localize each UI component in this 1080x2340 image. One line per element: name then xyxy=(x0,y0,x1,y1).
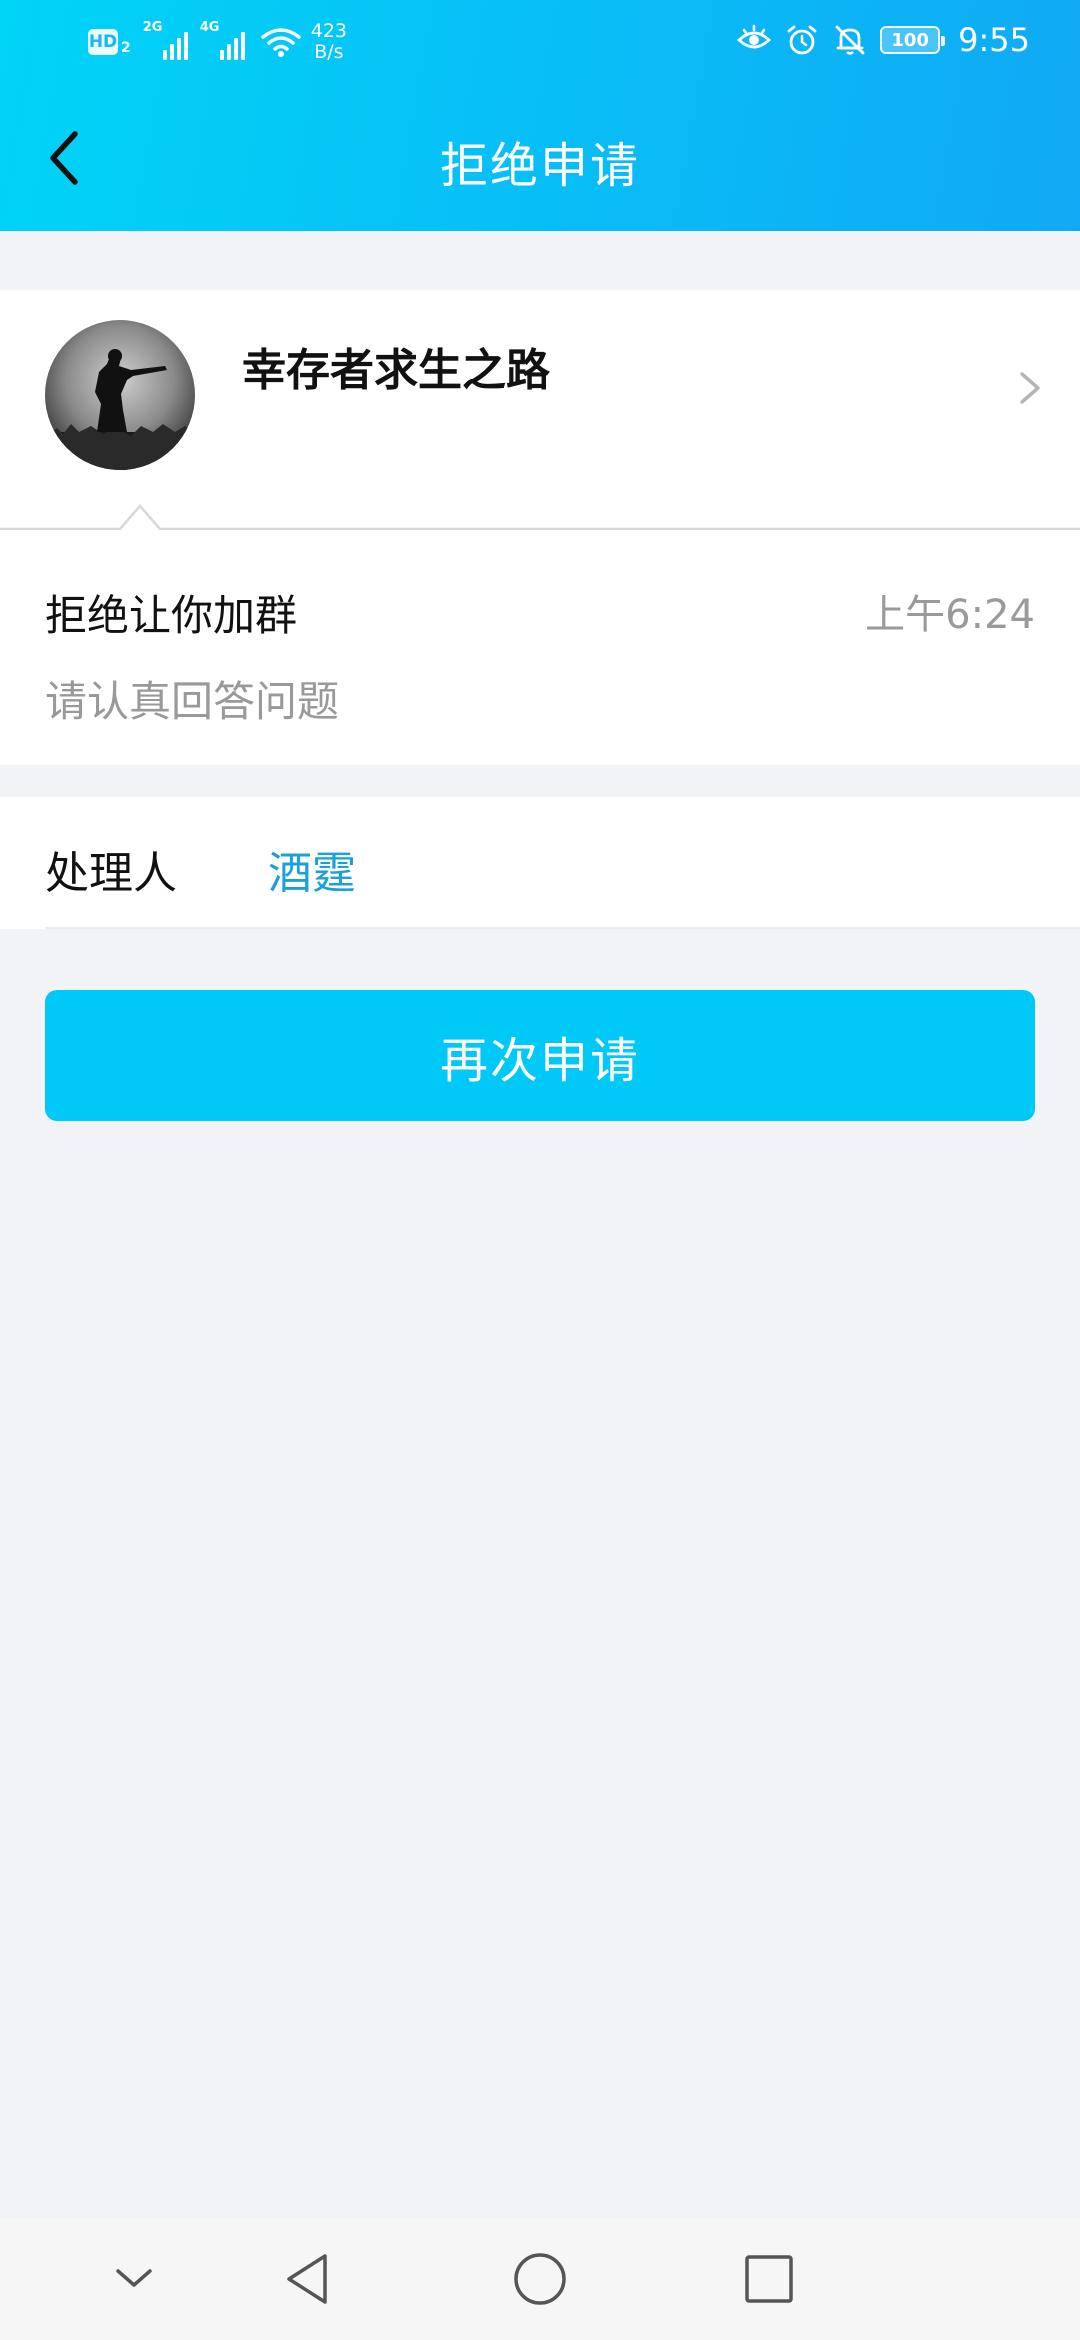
network-speed-value: 423 xyxy=(310,20,348,42)
signal-sim1-icon: 2G xyxy=(143,20,188,60)
sim2-network-label: 4G xyxy=(199,20,220,35)
bell-muted-icon xyxy=(835,25,865,55)
alarm-icon xyxy=(787,25,817,55)
hd-sub-label: 2 xyxy=(121,40,131,56)
system-home-button[interactable] xyxy=(506,2245,574,2313)
system-recents-button[interactable] xyxy=(735,2245,803,2313)
system-navigation-bar xyxy=(0,2218,1080,2340)
rejection-title: 拒绝让你加群 xyxy=(45,591,298,640)
network-speed: 423 B/s xyxy=(311,21,347,63)
group-info-card[interactable]: 幸存者求生之路 xyxy=(0,290,1080,530)
status-bar: HD 2 2G 4G 423 B/s 100 9:55 xyxy=(0,0,1080,80)
handler-name-link[interactable]: 酒霆 xyxy=(268,837,356,901)
status-bar-left: HD 2 2G 4G 423 B/s xyxy=(88,18,347,66)
home-circle-icon xyxy=(514,2253,566,2305)
handler-label: 处理人 xyxy=(45,848,177,899)
group-avatar[interactable] xyxy=(45,320,195,470)
back-triangle-icon xyxy=(287,2254,327,2304)
page-title: 拒绝申请 xyxy=(439,138,640,194)
signal-sim2-icon: 4G xyxy=(200,20,245,60)
battery-indicator: 100 xyxy=(880,26,946,54)
system-back-button[interactable] xyxy=(274,2245,342,2313)
handler-row: 处理人 酒霆 xyxy=(0,797,1080,929)
eye-comfort-icon xyxy=(737,24,772,49)
reapply-button[interactable]: 再次申请 xyxy=(45,990,1035,1121)
nav-bar: 拒绝申请 xyxy=(0,80,1080,231)
chevron-right-icon xyxy=(1020,372,1040,404)
recents-square-icon xyxy=(745,2255,793,2303)
group-name: 幸存者求生之路 xyxy=(242,345,550,396)
status-bar-right: 100 9:55 xyxy=(736,18,1030,62)
card-divider xyxy=(0,504,1080,531)
rejection-time: 上午6:24 xyxy=(865,592,1035,638)
handler-divider xyxy=(45,927,1080,929)
soldier-silhouette-image xyxy=(45,320,195,470)
collapse-button[interactable] xyxy=(100,2245,168,2313)
network-speed-unit: B/s xyxy=(314,41,344,63)
rejection-reason: 请认真回答问题 xyxy=(45,677,340,726)
rejection-message-card: 拒绝让你加群 上午6:24 请认真回答问题 xyxy=(0,530,1080,765)
chevron-down-icon xyxy=(116,2269,152,2287)
wifi-icon xyxy=(261,28,301,57)
sim1-network-label: 2G xyxy=(142,20,163,35)
status-time: 9:55 xyxy=(958,21,1030,59)
app-header: HD 2 2G 4G 423 B/s 100 9:55 拒绝申请 xyxy=(0,0,1080,231)
hd-badge: HD xyxy=(88,29,118,55)
